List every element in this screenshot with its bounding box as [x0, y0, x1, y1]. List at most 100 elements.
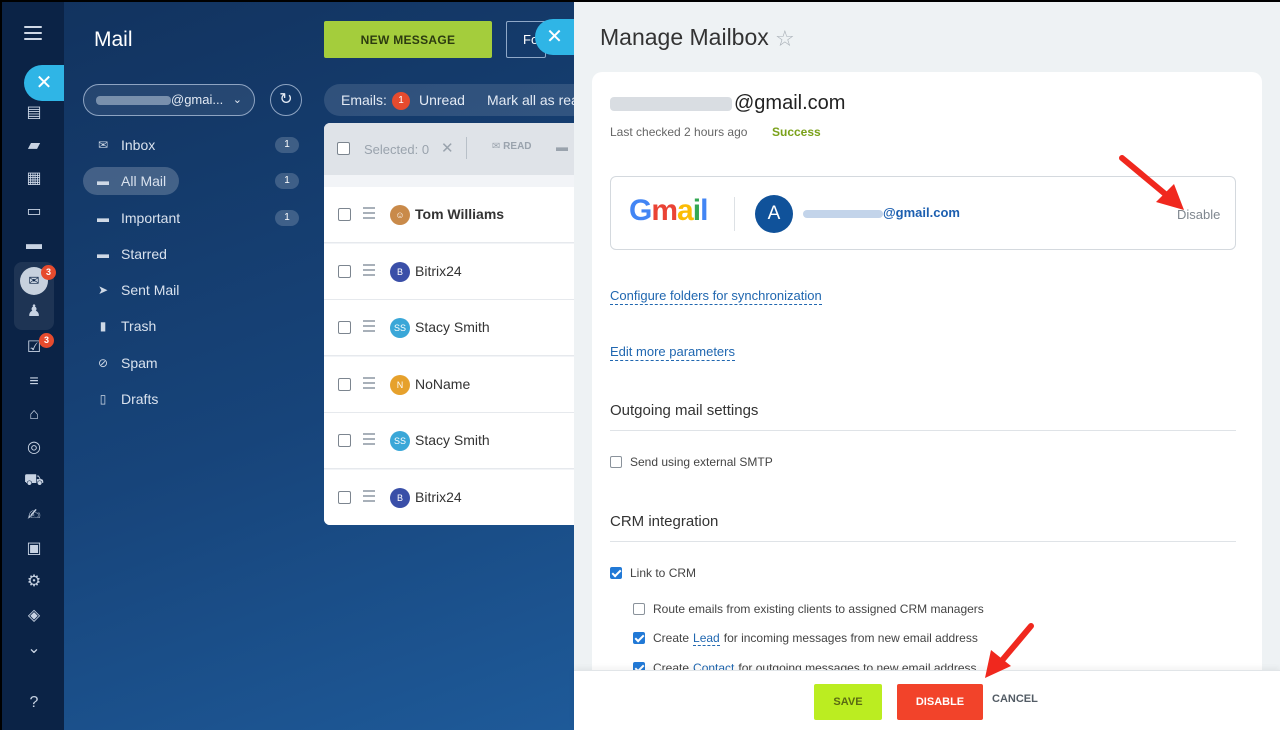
- folder-drafts[interactable]: ▯ Drafts: [83, 385, 303, 413]
- route-emails-label: Route emails from existing clients to as…: [653, 602, 984, 616]
- avatar: ☺: [390, 205, 410, 225]
- clear-selection-icon[interactable]: ✕: [441, 139, 454, 157]
- table-row[interactable]: N NoName: [324, 357, 574, 413]
- refresh-icon[interactable]: ↻: [270, 84, 302, 116]
- table-row[interactable]: ☺ Tom Williams: [324, 187, 574, 243]
- docs-icon[interactable]: ▭: [23, 201, 45, 223]
- close-panel-icon[interactable]: ✕: [535, 19, 574, 55]
- sign-icon[interactable]: ✍: [23, 505, 45, 527]
- drag-handle-icon[interactable]: [363, 264, 375, 279]
- folder-trash[interactable]: ▮ Trash: [83, 312, 303, 340]
- create-lead-option[interactable]: Create Lead for incoming messages from new…: [633, 631, 978, 646]
- row-checkbox[interactable]: [338, 265, 351, 278]
- account-select[interactable]: @gmai... ⌄: [83, 84, 255, 116]
- route-emails-option[interactable]: Route emails from existing clients to as…: [633, 602, 984, 616]
- create-lead-suffix: for incoming messages from new email add…: [723, 631, 978, 645]
- blurred-username: [610, 96, 732, 111]
- status-badge: Success: [772, 125, 821, 139]
- folder-action-icon[interactable]: ▬: [556, 140, 568, 154]
- link-crm-option[interactable]: Link to CRM: [610, 566, 696, 580]
- unread-filter[interactable]: Unread: [419, 84, 465, 116]
- target-icon[interactable]: ◎: [23, 437, 45, 459]
- box-icon[interactable]: ◈: [23, 605, 45, 627]
- divider: [466, 137, 467, 159]
- inbox-icon: ✉: [97, 138, 109, 152]
- folder-label: Inbox: [121, 137, 156, 153]
- funnel-icon[interactable]: ≡: [23, 371, 45, 393]
- folder-spam[interactable]: ⊘ Spam: [83, 349, 303, 377]
- route-emails-checkbox[interactable]: [633, 602, 645, 615]
- smtp-checkbox[interactable]: [610, 455, 622, 468]
- mark-read-button[interactable]: ✉ READ: [492, 141, 532, 152]
- row-checkbox[interactable]: [338, 208, 351, 221]
- edit-parameters-link[interactable]: Edit more parameters: [610, 344, 735, 361]
- select-all-checkbox[interactable]: [337, 142, 350, 155]
- folder-inbox[interactable]: ✉ Inbox 1: [83, 131, 303, 159]
- create-lead-checkbox[interactable]: [633, 631, 645, 644]
- divider: [734, 197, 735, 231]
- row-checkbox[interactable]: [338, 321, 351, 334]
- divider: [610, 430, 1236, 431]
- blurred-username: [803, 209, 883, 218]
- lead-selector[interactable]: Lead: [693, 631, 720, 646]
- cart-icon[interactable]: ⛟: [23, 470, 45, 492]
- table-row[interactable]: SS Stacy Smith: [324, 300, 574, 356]
- table-row[interactable]: B Bitrix24: [324, 244, 574, 300]
- link-crm-checkbox[interactable]: [610, 566, 622, 579]
- hamburger-menu-icon[interactable]: [24, 26, 42, 40]
- smtp-label: Send using external SMTP: [630, 455, 773, 469]
- account-domain: @gmai...: [171, 92, 224, 107]
- message-list: Selected: 0 ✕ ✉ READ ▬ ☺ Tom Williams B …: [324, 123, 574, 525]
- drag-handle-icon[interactable]: [363, 207, 375, 222]
- folder-icon: ▬: [97, 247, 109, 261]
- folder-important[interactable]: ▬ Important 1: [83, 204, 303, 232]
- avatar: SS: [390, 318, 410, 338]
- folder-all-mail[interactable]: ▬ All Mail 1: [83, 167, 303, 195]
- disable-button[interactable]: DISABLE: [897, 684, 983, 720]
- chevron-down-icon: ⌄: [232, 94, 242, 106]
- row-checkbox[interactable]: [338, 378, 351, 391]
- manage-mailbox-panel: Manage Mailbox ☆ @gmail.com Last checked…: [574, 2, 1280, 730]
- last-checked-text: Last checked 2 hours ago: [610, 125, 748, 139]
- help-icon[interactable]: ?: [23, 692, 45, 714]
- divider: [610, 541, 1236, 542]
- row-checkbox[interactable]: [338, 491, 351, 504]
- feed-icon[interactable]: ▤: [23, 102, 45, 124]
- chat-icon[interactable]: ▰: [23, 135, 45, 157]
- drive-icon[interactable]: ▬: [23, 234, 45, 256]
- drag-handle-icon[interactable]: [363, 377, 375, 392]
- page-title: Mail: [94, 28, 133, 51]
- calendar-icon[interactable]: ▦: [23, 168, 45, 190]
- folder-starred[interactable]: ▬ Starred: [83, 240, 303, 268]
- folder-label: All Mail: [121, 173, 167, 189]
- configure-folders-link[interactable]: Configure folders for synchronization: [610, 288, 822, 305]
- smtp-option[interactable]: Send using external SMTP: [610, 455, 773, 469]
- folder-sent-mail[interactable]: ➤ Sent Mail: [83, 276, 303, 304]
- mark-all-read-link[interactable]: Mark all as rea: [487, 84, 579, 116]
- contact-card-icon[interactable]: ▣: [23, 538, 45, 560]
- folder-icon: ▬: [97, 211, 109, 225]
- sender-name: Stacy Smith: [415, 319, 490, 335]
- table-row[interactable]: SS Stacy Smith: [324, 413, 574, 469]
- drag-handle-icon[interactable]: [363, 490, 375, 505]
- sender-name: Bitrix24: [415, 263, 462, 279]
- new-message-button[interactable]: NEW MESSAGE: [324, 21, 492, 58]
- groups-icon[interactable]: ♟: [23, 301, 45, 323]
- cancel-button[interactable]: CANCEL: [992, 693, 1038, 705]
- table-row[interactable]: B Bitrix24: [324, 470, 574, 525]
- close-icon[interactable]: ✕: [24, 65, 64, 101]
- robot-icon[interactable]: ⚙: [23, 571, 45, 593]
- more-icon[interactable]: ⌄: [23, 638, 45, 660]
- avatar: A: [755, 195, 793, 233]
- drag-handle-icon[interactable]: [363, 433, 375, 448]
- avatar: SS: [390, 431, 410, 451]
- row-checkbox[interactable]: [338, 434, 351, 447]
- drag-handle-icon[interactable]: [363, 320, 375, 335]
- sender-name: NoName: [415, 376, 471, 392]
- trash-icon: ▮: [99, 319, 107, 333]
- avatar: B: [390, 262, 410, 282]
- star-icon[interactable]: ☆: [775, 26, 795, 52]
- save-button[interactable]: SAVE: [814, 684, 882, 720]
- bank-icon[interactable]: ⌂: [23, 404, 45, 426]
- emails-label: Emails:: [341, 92, 387, 108]
